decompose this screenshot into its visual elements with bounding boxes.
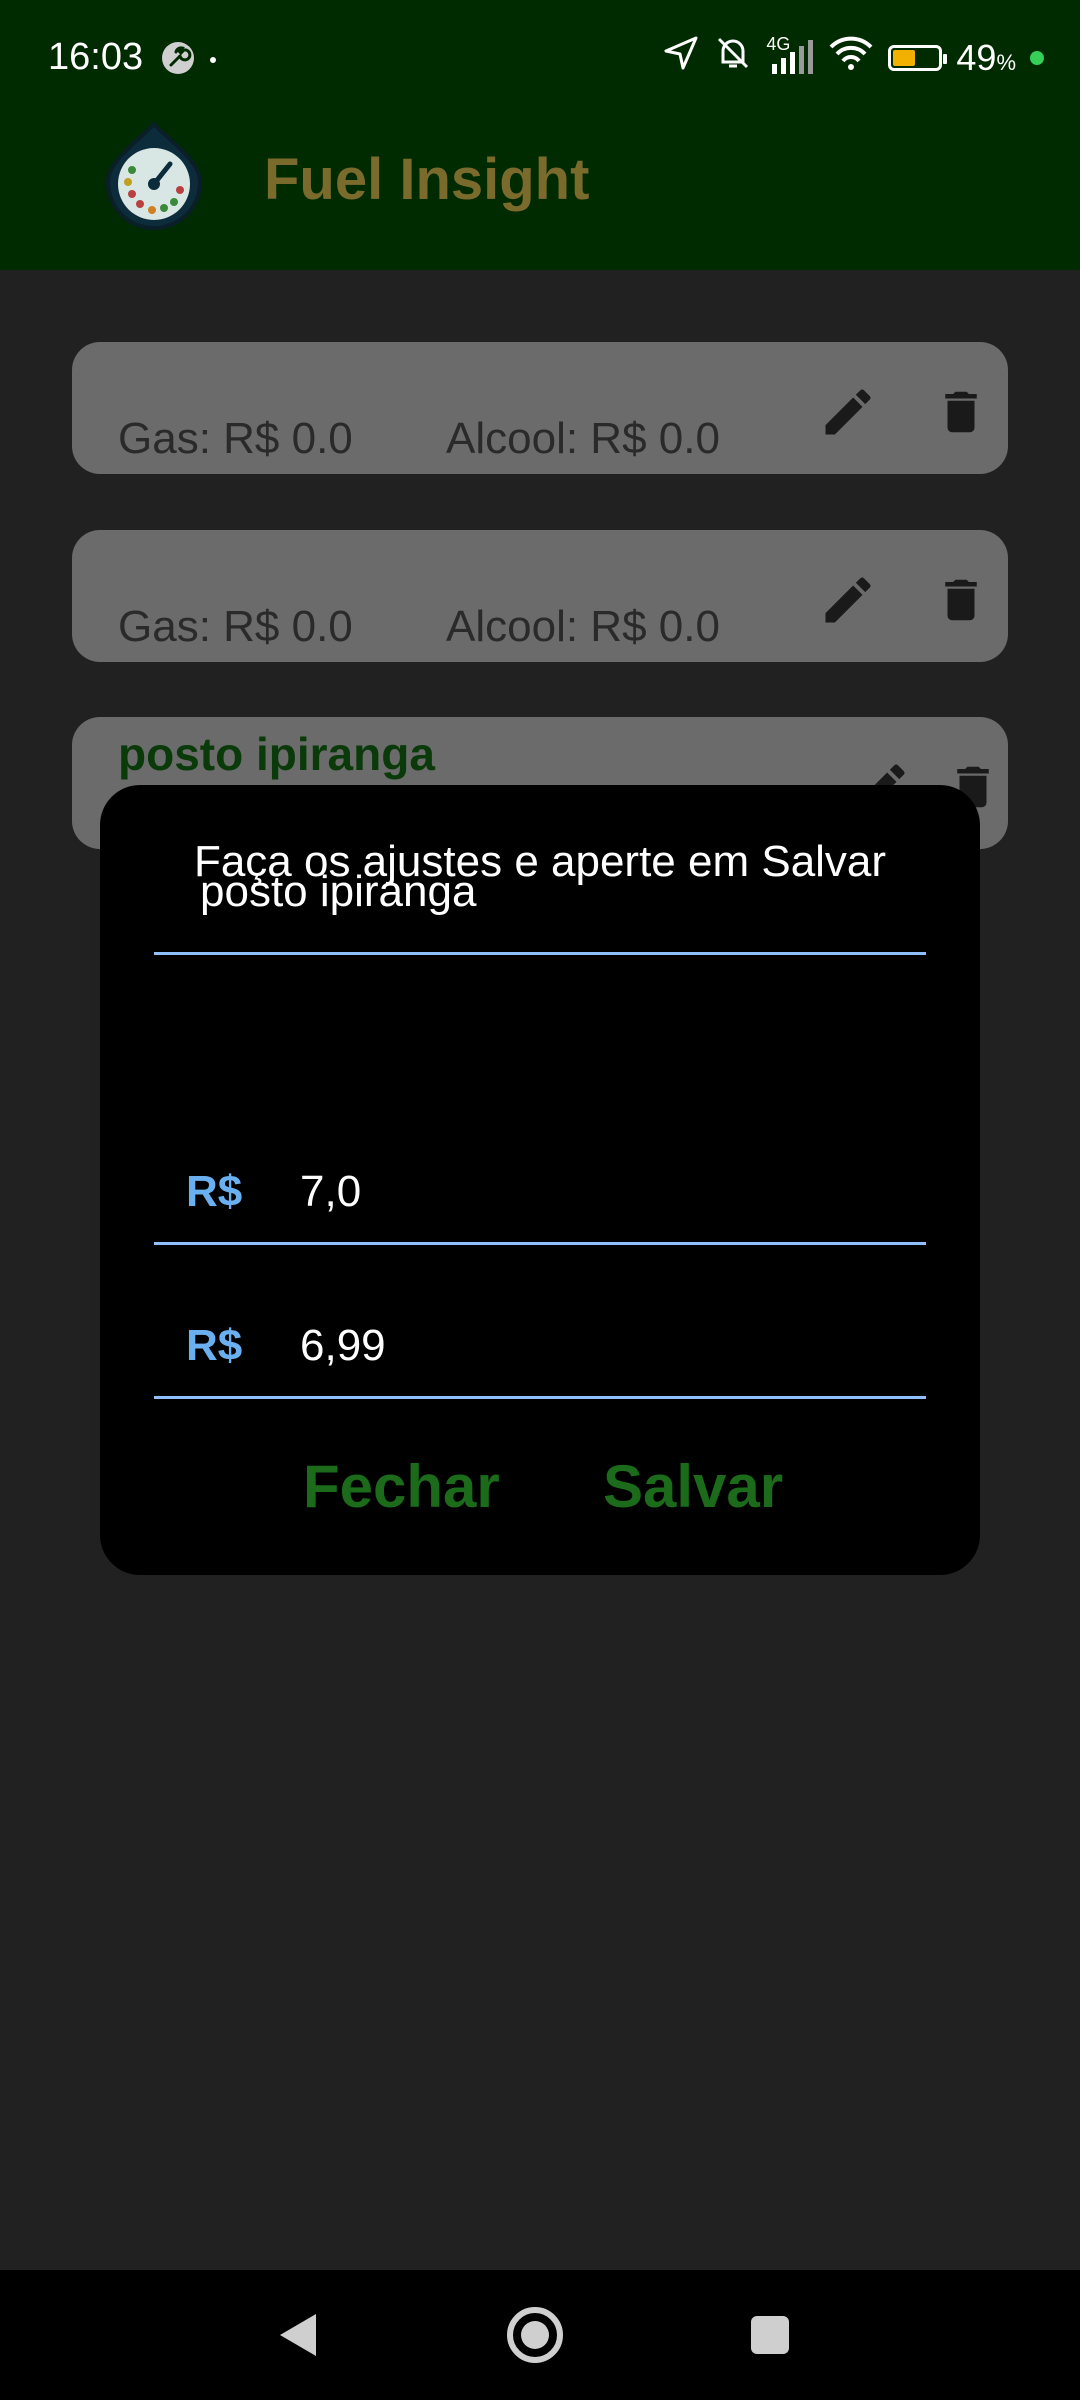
location-arrow-icon [662, 34, 700, 81]
status-time: 16:03 [48, 36, 144, 78]
station-name: posto ipiranga [118, 728, 435, 780]
notification-dot-icon [208, 52, 218, 70]
station-name-value[interactable]: posto ipiranga [200, 867, 476, 917]
signal-icon: 4G [766, 34, 814, 76]
wifi-icon [828, 35, 874, 80]
status-right-icons: 4G 49% [662, 34, 1044, 81]
station-card[interactable]: Gas: R$ 0.0 Alcool: R$ 0.0 [72, 530, 1008, 662]
station-name-field[interactable]: posto ipiranga [154, 815, 926, 955]
station-gas-price: Gas: R$ 0.0 [118, 414, 353, 463]
delete-icon[interactable] [934, 382, 988, 442]
edit-icon[interactable] [818, 382, 878, 442]
network-type: 4G [766, 33, 791, 54]
battery-text: 49% [956, 36, 1016, 78]
close-button[interactable]: Fechar [303, 1452, 500, 1521]
gas-price-field[interactable]: R$ 7,0 [154, 1105, 926, 1245]
edit-icon[interactable] [818, 570, 878, 630]
currency-prefix: R$ [186, 1167, 243, 1216]
gas-price-value[interactable]: 7,0 [300, 1167, 361, 1217]
station-alcool-price: Alcool: R$ 0.0 [446, 414, 720, 463]
station-card[interactable]: Gas: R$ 0.0 Alcool: R$ 0.0 [72, 342, 1008, 474]
alcool-price-field[interactable]: R$ 6,99 [154, 1259, 926, 1399]
navigation-bar [0, 2270, 1080, 2400]
status-bar: 16:03 4G 49% [0, 0, 1080, 120]
battery-icon [888, 44, 948, 71]
alcool-price-value[interactable]: 6,99 [300, 1321, 386, 1371]
charging-dot-icon [1030, 50, 1044, 65]
bell-off-icon [714, 34, 752, 81]
home-icon[interactable] [500, 2300, 570, 2370]
battery-level [893, 49, 916, 66]
station-gas-price: Gas: R$ 0.0 [118, 602, 353, 651]
currency-prefix: R$ [186, 1321, 243, 1370]
recent-apps-icon[interactable] [735, 2300, 805, 2370]
wrench-icon [160, 40, 196, 81]
status-left-icons [160, 40, 218, 81]
app-title: Fuel Insight [264, 147, 590, 212]
fuel-gauge-logo-icon [102, 120, 206, 230]
station-alcool-price: Alcool: R$ 0.0 [446, 602, 720, 651]
save-button[interactable]: Salvar [603, 1452, 783, 1521]
delete-icon[interactable] [934, 570, 988, 630]
back-icon[interactable] [264, 2300, 334, 2370]
